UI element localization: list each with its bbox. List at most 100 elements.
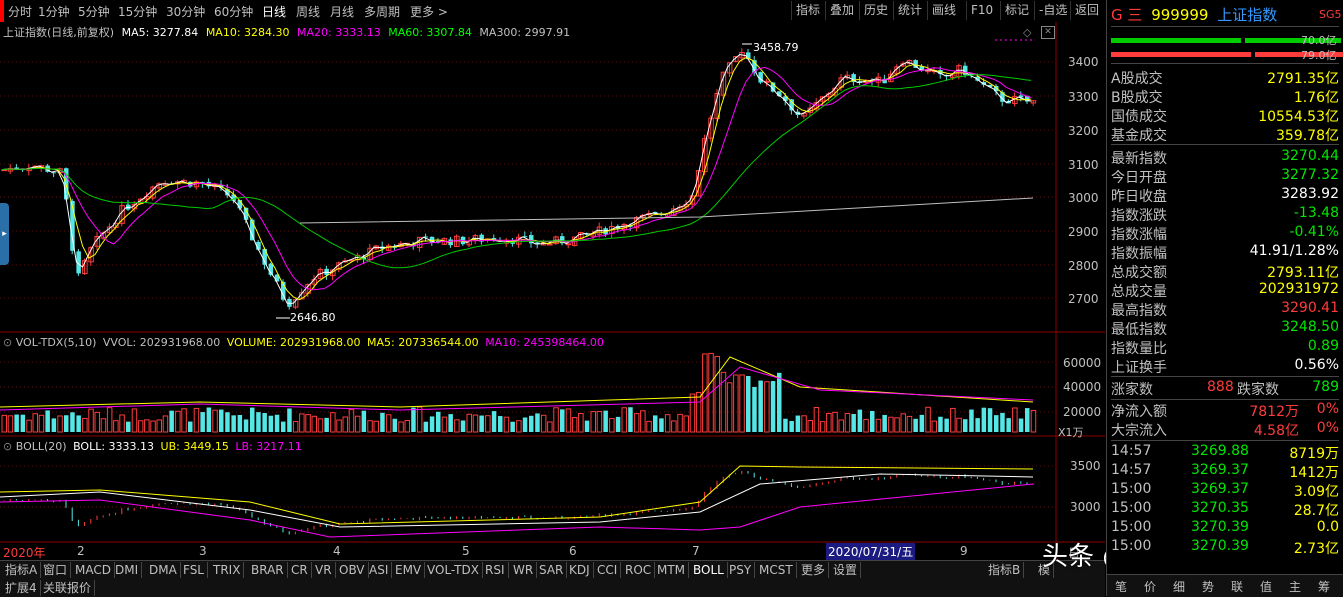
- turnover-value: 1.76亿: [1293, 90, 1339, 106]
- period-item[interactable]: 60分钟: [214, 3, 253, 20]
- tool-button[interactable]: 返回: [1070, 1, 1103, 20]
- volume-label: VOLUME: 202931968.00: [226, 336, 361, 349]
- indicator-tab[interactable]: EMV: [392, 562, 426, 578]
- turnover-label: B股成交: [1111, 90, 1163, 106]
- quote-tab[interactable]: 势: [1202, 578, 1214, 595]
- volume-bar: [219, 409, 224, 432]
- indicator-b-tab[interactable]: 指标B: [985, 562, 1025, 578]
- close-icon[interactable]: ⊙: [3, 440, 12, 453]
- x-year-label: 2020年: [3, 546, 46, 560]
- indicator-tab[interactable]: ASI: [366, 562, 393, 578]
- flow-pct: 0%: [1316, 420, 1339, 436]
- volume-bar: [64, 415, 69, 432]
- turnover-value: 359.78亿: [1276, 128, 1339, 144]
- quote-tab[interactable]: 值: [1260, 578, 1272, 595]
- indicator-tab[interactable]: MCST: [756, 562, 797, 578]
- tool-button[interactable]: 历史: [859, 1, 892, 20]
- indicator-tab[interactable]: ROC: [622, 562, 656, 578]
- divider: [1111, 63, 1339, 64]
- indicator-tab[interactable]: 指标A: [2, 562, 42, 578]
- volume-bar: [287, 408, 292, 432]
- indicator-tab[interactable]: KDJ: [566, 562, 594, 578]
- index-stat-label: 指数涨跌: [1111, 208, 1167, 224]
- quote-tab[interactable]: 筹: [1318, 578, 1330, 595]
- quote-tab[interactable]: 笔: [1115, 578, 1127, 595]
- related-quote-tab[interactable]: 关联报价: [40, 580, 96, 596]
- ma10-label: MA10: 3284.30: [205, 26, 290, 39]
- index-stat-value: 3277.32: [1281, 167, 1339, 183]
- indicator-tab[interactable]: 窗口: [40, 562, 72, 578]
- group-prefix: G 三: [1111, 6, 1143, 24]
- indicator-tab[interactable]: MTM: [654, 562, 690, 578]
- period-item[interactable]: 多周期: [364, 3, 400, 20]
- index-stat-row: 最新指数 3270.44: [1111, 148, 1339, 167]
- indicator-tab[interactable]: RSI: [482, 562, 509, 578]
- kline-chart[interactable]: [0, 22, 1105, 560]
- volume-bar: [76, 415, 81, 432]
- vol-ma10-label: MA10: 245398464.00: [485, 336, 604, 349]
- tool-button[interactable]: -自选: [1034, 1, 1071, 20]
- indicator-tab[interactable]: VOL-TDX: [424, 562, 483, 578]
- vol-panel-header: ⊙ VOL-TDX(5,10) VVOL: 202931968.00 VOLUM…: [3, 336, 604, 349]
- tool-button[interactable]: 标记: [1000, 1, 1033, 20]
- close-icon[interactable]: ✕: [1041, 26, 1055, 39]
- tool-button[interactable]: 指标: [791, 1, 824, 20]
- tool-button[interactable]: 叠加: [825, 1, 858, 20]
- indicator-tab[interactable]: CCI: [594, 562, 622, 578]
- period-item[interactable]: 1分钟: [38, 3, 70, 20]
- period-item-active[interactable]: 日线: [262, 3, 286, 20]
- index-stat-label: 昨日收盘: [1111, 189, 1167, 205]
- diamond-icon[interactable]: ◇: [1023, 26, 1031, 39]
- expand-handle[interactable]: ▸: [0, 203, 9, 265]
- flow-label: 净流入额: [1111, 404, 1167, 420]
- turnover-value: 2791.35亿: [1267, 71, 1339, 87]
- indicator-tab-active[interactable]: BOLL: [690, 562, 728, 578]
- volume-bar: [963, 419, 968, 432]
- extension-tab[interactable]: 扩展4: [2, 580, 41, 596]
- volume-bar: [510, 421, 515, 432]
- volume-bar: [281, 421, 286, 432]
- period-item[interactable]: 30分钟: [166, 3, 205, 20]
- period-more[interactable]: 更多 >: [410, 3, 448, 20]
- volume-bar: [789, 420, 794, 432]
- indicator-tab[interactable]: DMI: [112, 562, 143, 578]
- indicator-tab[interactable]: VR: [312, 562, 336, 578]
- tool-button[interactable]: F10: [966, 1, 997, 20]
- tick-row: 14:57 3269.88 8719万: [1111, 443, 1339, 462]
- period-item[interactable]: 5分钟: [78, 3, 110, 20]
- indicator-tab[interactable]: PSY: [726, 562, 756, 578]
- toolbar-accent: [0, 0, 4, 22]
- quote-tab[interactable]: 细: [1173, 578, 1185, 595]
- indicator-tab[interactable]: 设置: [830, 562, 862, 578]
- period-item[interactable]: 15分钟: [118, 3, 157, 20]
- indicator-tab[interactable]: FSL: [180, 562, 208, 578]
- indicator-tab[interactable]: DMA: [146, 562, 181, 578]
- period-item[interactable]: 周线: [296, 3, 320, 20]
- up-count-label: 涨家数: [1111, 382, 1153, 398]
- x-month-label: 5: [462, 544, 470, 558]
- indicator-tab[interactable]: OBV: [336, 562, 369, 578]
- tool-button[interactable]: 统计: [893, 1, 926, 20]
- indicator-tab[interactable]: TRIX: [210, 562, 245, 578]
- indicator-tab[interactable]: 更多: [798, 562, 830, 578]
- indicator-tab[interactable]: BRAR: [248, 562, 288, 578]
- tick-price: 3270.39: [1191, 538, 1249, 554]
- volume-bar: [560, 409, 565, 432]
- indicator-tab[interactable]: WR: [510, 562, 538, 578]
- main-panel-header: 上证指数(日线,前复权) MA5: 3277.84 MA10: 3284.30 …: [3, 24, 570, 40]
- close-icon[interactable]: ⊙: [3, 336, 12, 349]
- period-item[interactable]: 分时: [8, 3, 32, 20]
- boll-panel-title: BOLL(20): [15, 440, 67, 453]
- indicator-tab[interactable]: MACD: [72, 562, 115, 578]
- volume-bar: [1006, 418, 1011, 432]
- indicator-bar: 指标A 窗口 MACD DMI DMA FSL TRIX BRAR CR VR OBV ASI EMV V…: [0, 560, 1105, 597]
- ma5-label: MA5: 3277.84: [121, 26, 199, 39]
- quote-tab[interactable]: 主: [1289, 578, 1301, 595]
- tool-button[interactable]: 画线: [927, 1, 960, 20]
- indicator-tab[interactable]: CR: [288, 562, 312, 578]
- indicator-tab[interactable]: SAR: [536, 562, 568, 578]
- y-tick: 2800: [1068, 259, 1099, 273]
- quote-tab[interactable]: 联: [1231, 578, 1243, 595]
- quote-tab[interactable]: 价: [1144, 578, 1156, 595]
- period-item[interactable]: 月线: [330, 3, 354, 20]
